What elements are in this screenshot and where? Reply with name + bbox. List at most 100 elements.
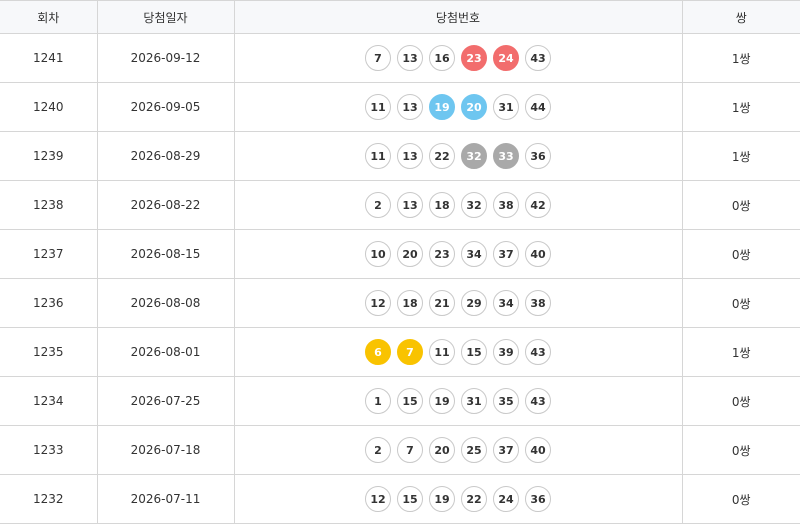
round-cell: 1232 <box>0 474 98 524</box>
ball-highlighted: 24 <box>493 45 519 71</box>
date-cell: 2026-08-15 <box>96 229 235 279</box>
ball-group: 2 13 18 32 38 42 <box>365 192 551 218</box>
table-row[interactable]: 1237 2026-08-15 10 20 23 34 37 40 0쌍 <box>0 229 800 279</box>
ball: 29 <box>461 290 487 316</box>
ball-group: 12 18 21 29 34 38 <box>365 290 551 316</box>
header-row: 회차 당첨일자 당첨번호 쌍 <box>0 0 800 34</box>
pair-cell: 0쌍 <box>681 474 800 524</box>
ball: 36 <box>525 486 551 512</box>
pair-cell: 0쌍 <box>681 180 800 230</box>
pair-cell: 0쌍 <box>681 278 800 328</box>
ball: 34 <box>493 290 519 316</box>
table-row[interactable]: 1240 2026-09-05 11 13 19 20 31 44 1쌍 <box>0 82 800 132</box>
ball: 22 <box>429 143 455 169</box>
pair-cell: 1쌍 <box>681 131 800 181</box>
table-row[interactable]: 1235 2026-08-01 6 7 11 15 39 43 1쌍 <box>0 327 800 377</box>
ball: 31 <box>461 388 487 414</box>
pair-cell: 0쌍 <box>681 229 800 279</box>
ball: 2 <box>365 192 391 218</box>
ball-highlighted: 32 <box>461 143 487 169</box>
table-row[interactable]: 1241 2026-09-12 7 13 16 23 24 43 1쌍 <box>0 33 800 83</box>
ball-group: 2 7 20 25 37 40 <box>365 437 551 463</box>
round-cell: 1240 <box>0 82 98 132</box>
ball: 20 <box>429 437 455 463</box>
round-cell: 1238 <box>0 180 98 230</box>
ball: 43 <box>525 388 551 414</box>
numbers-cell: 10 20 23 34 37 40 <box>233 229 683 279</box>
ball-highlighted: 19 <box>429 94 455 120</box>
ball-group: 11 13 19 20 31 44 <box>365 94 551 120</box>
ball: 43 <box>525 45 551 71</box>
ball: 43 <box>525 339 551 365</box>
ball: 19 <box>429 486 455 512</box>
ball: 15 <box>397 486 423 512</box>
ball: 13 <box>397 192 423 218</box>
date-cell: 2026-07-18 <box>96 425 235 475</box>
ball-group: 11 13 22 32 33 36 <box>365 143 551 169</box>
ball: 18 <box>397 290 423 316</box>
ball: 25 <box>461 437 487 463</box>
ball-highlighted: 33 <box>493 143 519 169</box>
ball: 15 <box>397 388 423 414</box>
ball: 19 <box>429 388 455 414</box>
ball-highlighted: 6 <box>365 339 391 365</box>
numbers-cell: 2 13 18 32 38 42 <box>233 180 683 230</box>
pair-cell: 0쌍 <box>681 425 800 475</box>
ball: 24 <box>493 486 519 512</box>
ball: 36 <box>525 143 551 169</box>
ball-highlighted: 23 <box>461 45 487 71</box>
ball: 1 <box>365 388 391 414</box>
header-pair[interactable]: 쌍 <box>681 0 800 34</box>
ball: 34 <box>461 241 487 267</box>
numbers-cell: 11 13 19 20 31 44 <box>233 82 683 132</box>
round-cell: 1239 <box>0 131 98 181</box>
ball: 37 <box>493 241 519 267</box>
table-row[interactable]: 1236 2026-08-08 12 18 21 29 34 38 0쌍 <box>0 278 800 328</box>
round-cell: 1234 <box>0 376 98 426</box>
table-row[interactable]: 1234 2026-07-25 1 15 19 31 35 43 0쌍 <box>0 376 800 426</box>
ball: 38 <box>525 290 551 316</box>
numbers-cell: 2 7 20 25 37 40 <box>233 425 683 475</box>
ball-group: 10 20 23 34 37 40 <box>365 241 551 267</box>
table-row[interactable]: 1232 2026-07-11 12 15 19 22 24 36 0쌍 <box>0 474 800 524</box>
date-cell: 2026-08-08 <box>96 278 235 328</box>
table-header: 회차 당첨일자 당첨번호 쌍 <box>0 0 800 34</box>
header-numbers[interactable]: 당첨번호 <box>233 0 683 34</box>
date-cell: 2026-08-29 <box>96 131 235 181</box>
header-round[interactable]: 회차 <box>0 0 98 34</box>
ball: 10 <box>365 241 391 267</box>
ball: 44 <box>525 94 551 120</box>
table-row[interactable]: 1233 2026-07-18 2 7 20 25 37 40 0쌍 <box>0 425 800 475</box>
ball-group: 12 15 19 22 24 36 <box>365 486 551 512</box>
date-cell: 2026-09-05 <box>96 82 235 132</box>
header-date[interactable]: 당첨일자 <box>96 0 235 34</box>
table-body: 1241 2026-09-12 7 13 16 23 24 43 1쌍 1240 2026-09-0… <box>0 33 800 524</box>
date-cell: 2026-09-12 <box>96 33 235 83</box>
ball: 39 <box>493 339 519 365</box>
round-cell: 1235 <box>0 327 98 377</box>
ball-group: 6 7 11 15 39 43 <box>365 339 551 365</box>
ball: 35 <box>493 388 519 414</box>
ball: 11 <box>365 94 391 120</box>
round-cell: 1241 <box>0 33 98 83</box>
ball-group: 7 13 16 23 24 43 <box>365 45 551 71</box>
pair-cell: 0쌍 <box>681 376 800 426</box>
ball: 7 <box>397 437 423 463</box>
ball: 22 <box>461 486 487 512</box>
table-row[interactable]: 1238 2026-08-22 2 13 18 32 38 42 0쌍 <box>0 180 800 230</box>
ball: 20 <box>397 241 423 267</box>
ball: 18 <box>429 192 455 218</box>
ball: 38 <box>493 192 519 218</box>
date-cell: 2026-07-25 <box>96 376 235 426</box>
numbers-cell: 12 15 19 22 24 36 <box>233 474 683 524</box>
ball-group: 1 15 19 31 35 43 <box>365 388 551 414</box>
ball: 40 <box>525 437 551 463</box>
lotto-results-table: 회차 당첨일자 당첨번호 쌍 1241 2026-09-12 7 13 16 23 24 43… <box>0 0 800 524</box>
date-cell: 2026-08-22 <box>96 180 235 230</box>
ball: 37 <box>493 437 519 463</box>
ball: 32 <box>461 192 487 218</box>
ball: 13 <box>397 94 423 120</box>
table-row[interactable]: 1239 2026-08-29 11 13 22 32 33 36 1쌍 <box>0 131 800 181</box>
ball: 12 <box>365 290 391 316</box>
ball: 31 <box>493 94 519 120</box>
